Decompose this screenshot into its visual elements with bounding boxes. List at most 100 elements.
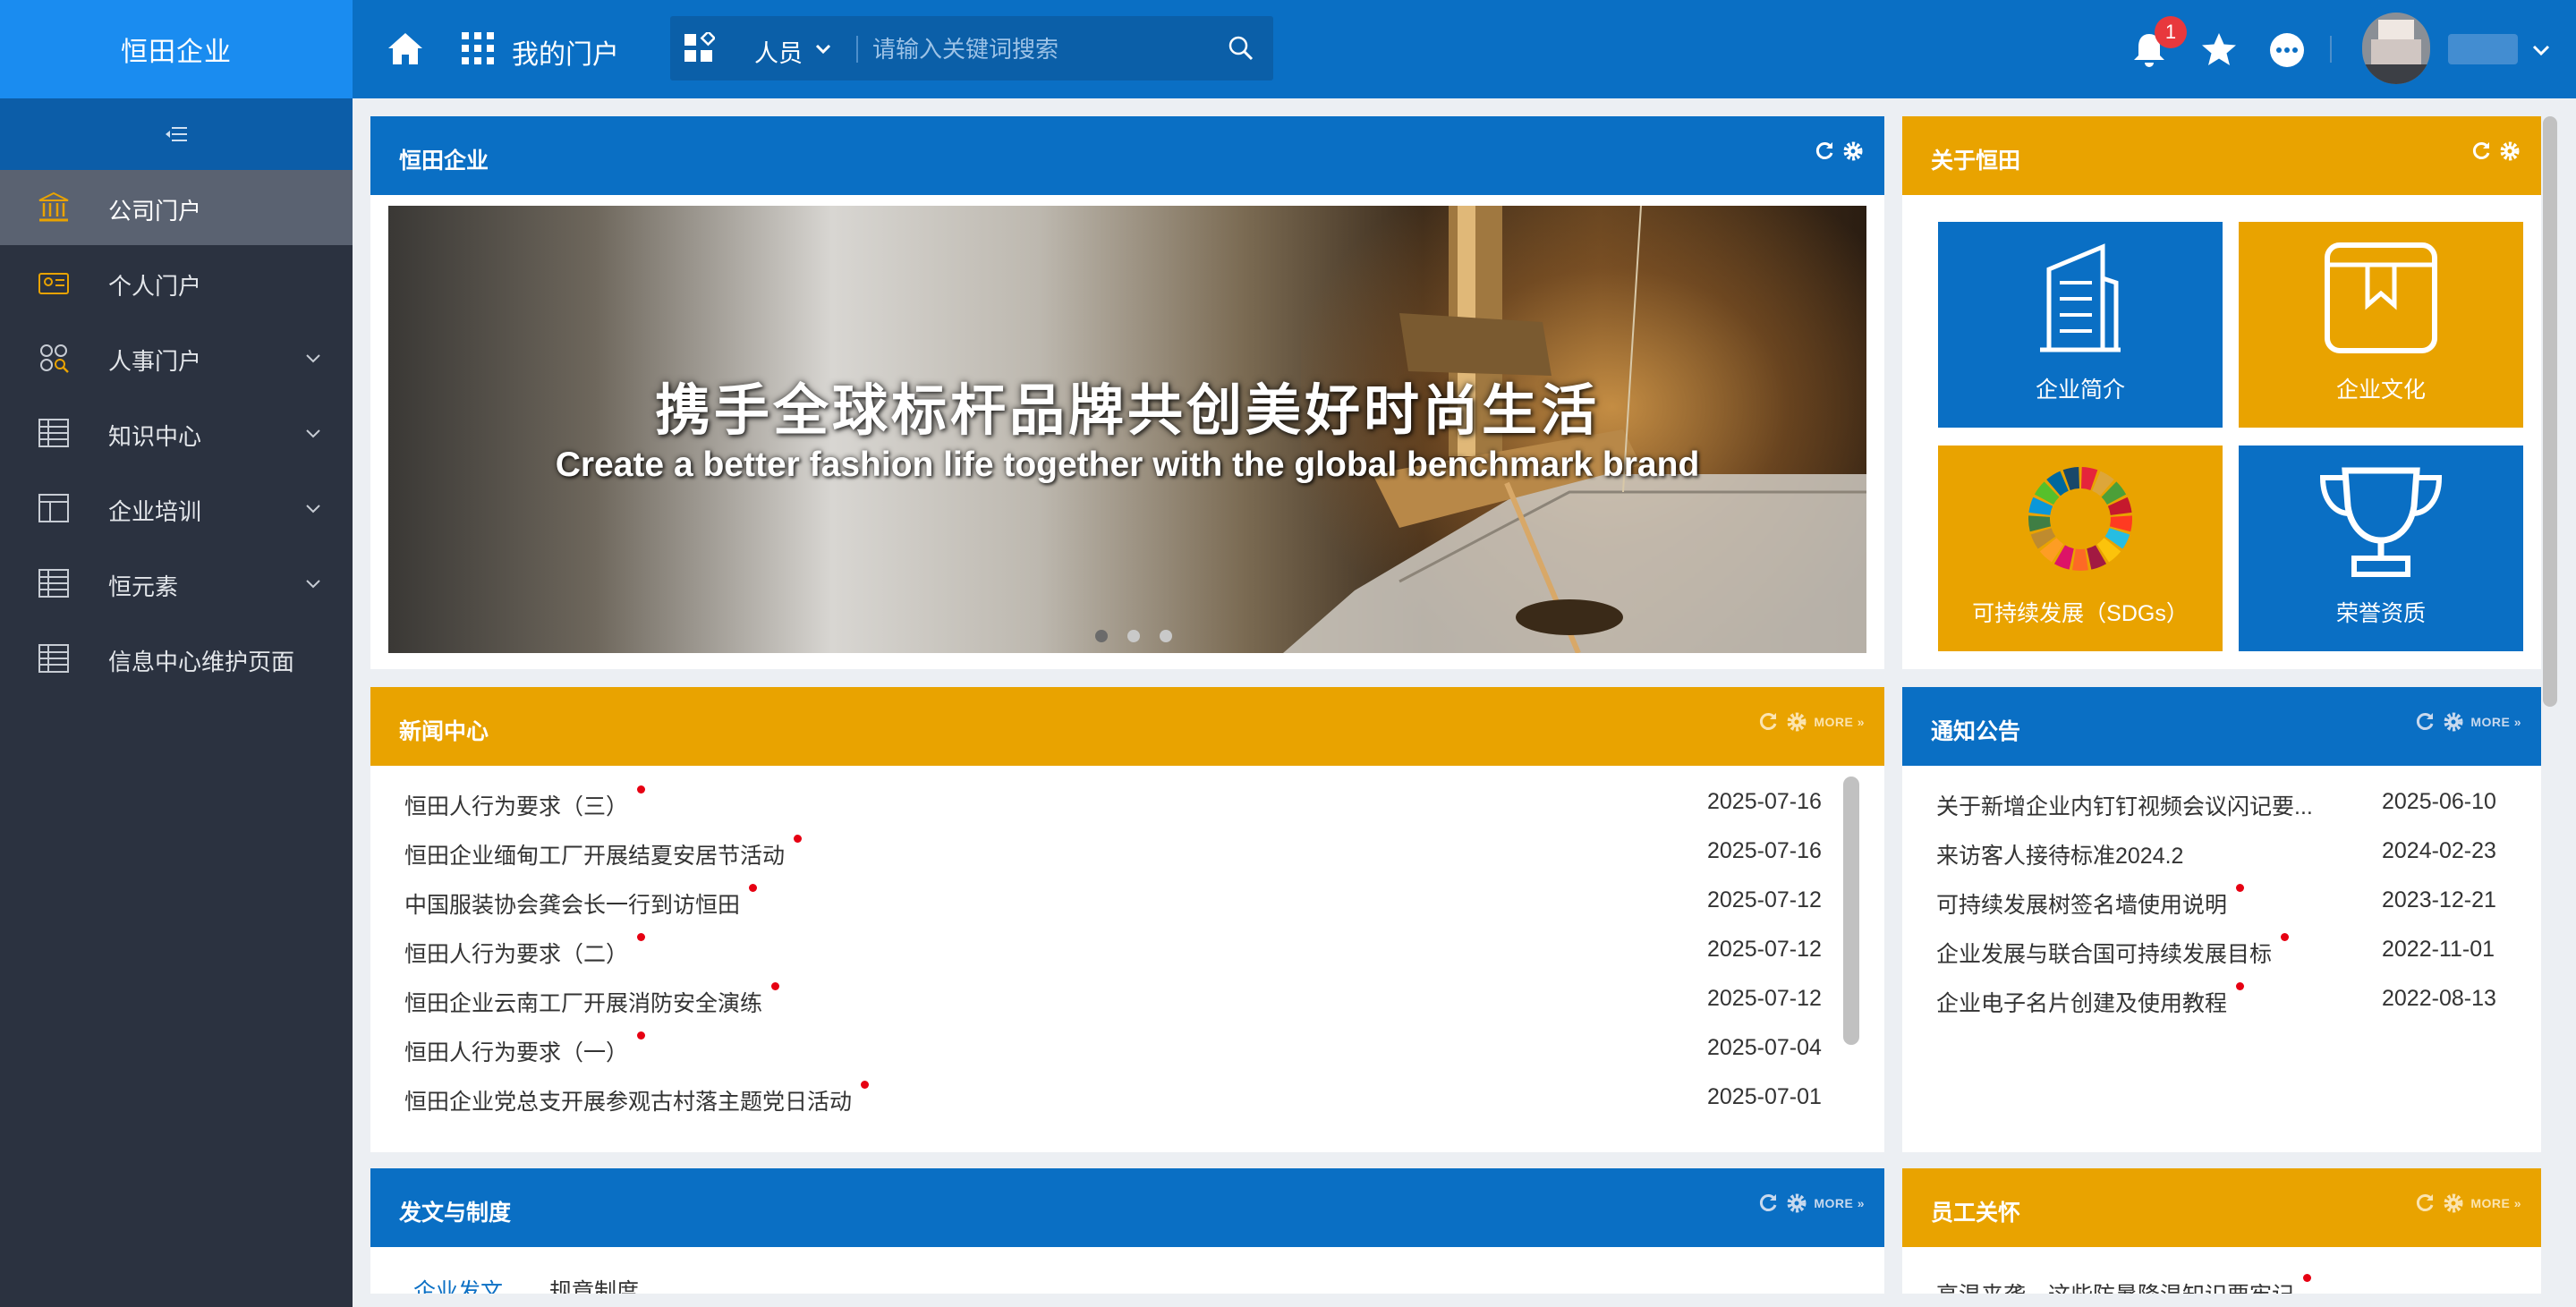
notice-title: 来访客人接待标准2024.2 bbox=[1936, 844, 2184, 869]
notice-title: 可持续发展树签名墙使用说明 bbox=[1936, 884, 2245, 920]
page-scrollbar[interactable] bbox=[2543, 116, 2557, 707]
employee-care-panel: 员工关怀 MORE » 高温来袭，这些防暑降温知识要牢记 bbox=[1902, 1168, 2541, 1294]
news-title: 恒田企业云南工厂开展消防安全演练 bbox=[404, 982, 780, 1018]
banner-carousel[interactable]: 携手全球标杆品牌共创美好时尚生活 Create a better fashion… bbox=[388, 206, 1866, 653]
list-item[interactable]: 高温来袭，这些防暑降温知识要牢记 bbox=[1902, 1265, 2541, 1294]
tile-sustainability[interactable]: 可持续发展（SDGs） bbox=[1938, 446, 2223, 651]
refresh-icon[interactable] bbox=[1756, 710, 1780, 734]
more-link[interactable]: MORE » bbox=[2470, 715, 2521, 729]
chevron-down-icon[interactable] bbox=[813, 39, 833, 59]
tile-label: 荣誉资质 bbox=[2335, 601, 2426, 626]
list-item[interactable]: 企业发展与联合国可持续发展目标 2022-11-01 bbox=[1902, 924, 2541, 973]
more-options-icon[interactable] bbox=[2267, 30, 2307, 70]
sdg-wheel-segment bbox=[2072, 548, 2088, 571]
refresh-icon[interactable] bbox=[1813, 140, 1836, 163]
notice-date: 2023-12-21 bbox=[2382, 887, 2496, 912]
list-item[interactable]: 关于新增企业内钉钉视频会议闪记要... 2025-06-10 bbox=[1902, 777, 2541, 826]
refresh-icon[interactable] bbox=[1756, 1192, 1780, 1215]
tile-company-profile[interactable]: 企业简介 bbox=[1938, 222, 2223, 428]
news-title: 恒田企业党总支开展参观古村落主题党日活动 bbox=[404, 1081, 870, 1116]
documents-panel: 发文与制度 MORE » 企业发文 规章制度 bbox=[370, 1168, 1884, 1294]
notice-date: 2022-08-13 bbox=[2382, 986, 2496, 1011]
gear-icon[interactable] bbox=[1841, 140, 1865, 163]
sidebar-item-knowledge-center[interactable]: 知识中心 bbox=[0, 395, 353, 471]
care-title: 高温来袭，这些防暑降温知识要牢记 bbox=[1936, 1274, 2312, 1294]
user-name-blurred[interactable] bbox=[2448, 34, 2518, 64]
tab-regulations[interactable]: 规章制度 bbox=[549, 1274, 639, 1294]
search-input[interactable] bbox=[872, 29, 1212, 70]
sidebar-item-heng-elements[interactable]: 恒元素 bbox=[0, 546, 353, 621]
chevron-down-icon bbox=[306, 505, 320, 513]
home-icon[interactable] bbox=[385, 29, 426, 70]
list-item[interactable]: 企业电子名片创建及使用教程 2022-08-13 bbox=[1902, 973, 2541, 1023]
notice-panel: 通知公告 MORE » 关于新增企业内钉钉视频会议闪记要... 2025-06-… bbox=[1902, 687, 2541, 1152]
news-title: 恒田人行为要求（一） bbox=[404, 1031, 646, 1067]
list-item[interactable]: 恒田企业云南工厂开展消防安全演练 2025-07-12 bbox=[370, 973, 1884, 1023]
news-scrollbar[interactable] bbox=[1843, 777, 1859, 1045]
list-item[interactable]: 中国服装协会龚会长一行到访恒田 2025-07-12 bbox=[370, 875, 1884, 924]
my-portal-link[interactable]: 我的门户 bbox=[512, 32, 619, 72]
more-link[interactable]: MORE » bbox=[1814, 1196, 1865, 1210]
brand-logo[interactable]: 恒田企业 bbox=[0, 0, 353, 98]
tab-company-documents[interactable]: 企业发文 bbox=[413, 1274, 503, 1294]
chevron-down-icon bbox=[306, 354, 320, 363]
search-icon[interactable] bbox=[1227, 34, 1255, 63]
list-item[interactable]: 恒田人行为要求（二） 2025-07-12 bbox=[370, 924, 1884, 973]
new-dot bbox=[861, 1081, 870, 1089]
tile-company-culture[interactable]: 企业文化 bbox=[2239, 222, 2523, 428]
sidebar-item-hr-portal[interactable]: 人事门户 bbox=[0, 320, 353, 395]
gear-icon[interactable] bbox=[1785, 1192, 1808, 1215]
carousel-dot[interactable] bbox=[1160, 630, 1172, 642]
panel-header: 关于恒田 bbox=[1902, 116, 2541, 195]
sidebar-item-info-maintenance[interactable]: 信息中心维护页面 bbox=[0, 621, 353, 696]
more-link[interactable]: MORE » bbox=[2470, 1196, 2521, 1210]
news-title: 中国服装协会龚会长一行到访恒田 bbox=[404, 884, 758, 920]
search-divider bbox=[856, 36, 858, 63]
gear-icon[interactable] bbox=[2498, 140, 2521, 163]
table-icon bbox=[38, 644, 69, 673]
new-dot bbox=[749, 884, 758, 892]
tile-honors[interactable]: 荣誉资质 bbox=[2239, 446, 2523, 651]
panel-header: 通知公告 MORE » bbox=[1902, 687, 2541, 766]
star-icon[interactable] bbox=[2199, 30, 2239, 70]
sidebar-collapse-button[interactable] bbox=[0, 98, 353, 170]
refresh-icon[interactable] bbox=[2470, 140, 2493, 163]
list-item[interactable]: 恒田人行为要求（一） 2025-07-04 bbox=[370, 1023, 1884, 1072]
list-item[interactable]: 来访客人接待标准2024.2 2024-02-23 bbox=[1902, 826, 2541, 875]
panel-title: 通知公告 bbox=[1931, 719, 2021, 744]
panel-title: 新闻中心 bbox=[399, 719, 489, 744]
gear-icon[interactable] bbox=[2442, 710, 2465, 734]
tile-label: 企业简介 bbox=[2035, 378, 2125, 403]
carousel-dot[interactable] bbox=[1127, 630, 1140, 642]
sdg-wheel-segment bbox=[2028, 515, 2052, 532]
list-item[interactable]: 恒田企业党总支开展参观古村落主题党日活动 2025-07-01 bbox=[370, 1072, 1884, 1121]
gear-icon[interactable] bbox=[2442, 1192, 2465, 1215]
list-item[interactable]: 恒田企业缅甸工厂开展结夏安居节活动 2025-07-16 bbox=[370, 826, 1884, 875]
avatar[interactable] bbox=[2362, 13, 2430, 84]
carousel-dot[interactable] bbox=[1095, 630, 1108, 642]
news-date: 2025-07-16 bbox=[1707, 838, 1822, 863]
news-title: 恒田人行为要求（三） bbox=[404, 785, 646, 821]
category-icon bbox=[684, 32, 715, 62]
menu-collapse-icon bbox=[166, 127, 187, 141]
chevron-down-icon[interactable] bbox=[2530, 39, 2552, 61]
news-title: 恒田人行为要求（二） bbox=[404, 933, 646, 969]
news-date: 2025-07-16 bbox=[1707, 789, 1822, 814]
sidebar-item-company-portal[interactable]: 公司门户 bbox=[0, 170, 353, 245]
search-type-select[interactable]: 人员 bbox=[754, 34, 803, 69]
refresh-icon[interactable] bbox=[2413, 1192, 2436, 1215]
more-link[interactable]: MORE » bbox=[1814, 715, 1865, 729]
sidebar-item-training[interactable]: 企业培训 bbox=[0, 471, 353, 546]
list-item[interactable]: 恒田人行为要求（三） 2025-07-16 bbox=[370, 777, 1884, 826]
tile-label: 可持续发展（SDGs） bbox=[1972, 601, 2189, 626]
sidebar-item-label: 公司门户 bbox=[108, 198, 202, 225]
gear-icon[interactable] bbox=[1785, 710, 1808, 734]
apps-grid-icon[interactable] bbox=[460, 30, 496, 66]
trophy-icon bbox=[2319, 467, 2443, 577]
new-dot bbox=[2281, 933, 2290, 941]
panel-header: 发文与制度 MORE » bbox=[370, 1168, 1884, 1247]
refresh-icon[interactable] bbox=[2413, 710, 2436, 734]
news-date: 2025-07-01 bbox=[1707, 1084, 1822, 1109]
list-item[interactable]: 可持续发展树签名墙使用说明 2023-12-21 bbox=[1902, 875, 2541, 924]
sidebar-item-personal-portal[interactable]: 个人门户 bbox=[0, 245, 353, 320]
